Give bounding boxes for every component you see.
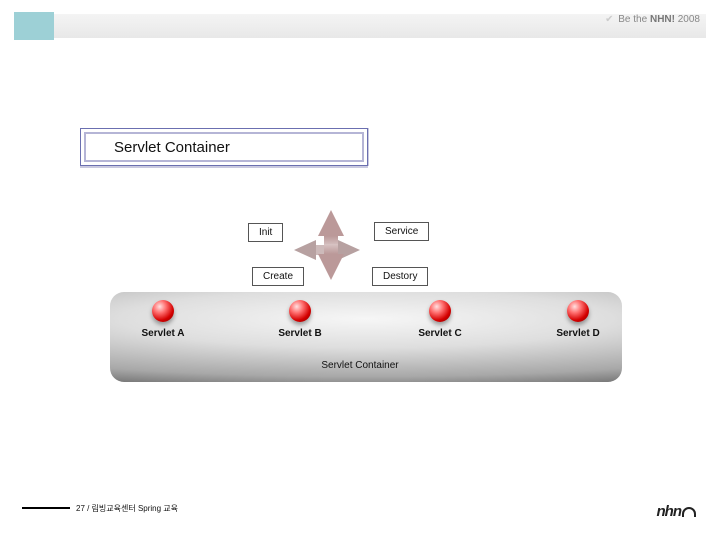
- servlet-c: Servlet C: [410, 300, 470, 339]
- arrow-left-icon: [294, 240, 316, 260]
- tagline-tick-icon: ✔: [605, 14, 613, 26]
- servlet-c-label: Servlet C: [410, 328, 470, 339]
- servlet-orb-icon: [429, 300, 451, 322]
- servlet-d: Servlet D: [548, 300, 608, 339]
- servlet-d-label: Servlet D: [548, 328, 608, 339]
- tagline-prefix: Be the: [618, 14, 650, 25]
- servlet-a-label: Servlet A: [133, 328, 193, 339]
- servlet-orb-icon: [567, 300, 589, 322]
- title-text: Servlet Container: [84, 132, 364, 162]
- header-bar: ✔ Be the NHN! 2008: [14, 14, 706, 38]
- lifecycle-service: Service: [374, 222, 429, 241]
- header-tagline: ✔ Be the NHN! 2008: [605, 14, 700, 26]
- lifecycle-create: Create: [252, 267, 304, 286]
- tagline-brand: NHN!: [650, 14, 675, 25]
- arrow-down-icon: [318, 254, 344, 280]
- tagline-year: 2008: [678, 14, 700, 25]
- lifecycle-destory: Destory: [372, 267, 428, 286]
- header-accent-square: [14, 12, 54, 40]
- lifecycle-init: Init: [248, 223, 283, 242]
- servlet-orb-icon: [152, 300, 174, 322]
- servlet-orb-icon: [289, 300, 311, 322]
- servlet-a: Servlet A: [133, 300, 193, 339]
- servlet-b-label: Servlet B: [270, 328, 330, 339]
- footer-text: 27 / 림빙교육센터 Spring 교육: [76, 503, 178, 514]
- title-box: Servlet Container: [80, 128, 368, 166]
- container-caption: Servlet Container: [0, 360, 720, 371]
- logo-arc-icon: [682, 507, 696, 517]
- logo-text: nhn: [657, 503, 682, 520]
- nhn-logo: nhn: [657, 503, 697, 520]
- arrow-up-icon: [318, 210, 344, 236]
- servlet-b: Servlet B: [270, 300, 330, 339]
- footer-line: [22, 507, 70, 509]
